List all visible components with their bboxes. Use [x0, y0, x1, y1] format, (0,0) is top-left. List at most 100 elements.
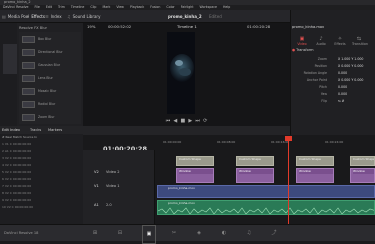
- menu-item[interactable]: Clip: [90, 5, 96, 9]
- menu-item[interactable]: Fairlight: [181, 5, 194, 9]
- menu-item[interactable]: Edit: [46, 5, 52, 9]
- effect-thumb: [22, 62, 35, 69]
- title-clip[interactable]: Custom Shape: [296, 156, 334, 166]
- color-page-icon[interactable]: ◈: [194, 225, 204, 242]
- window-clip[interactable]: Window: [350, 168, 375, 183]
- tab-markers[interactable]: Markers: [48, 126, 62, 134]
- media-page-icon[interactable]: ⊞: [90, 225, 100, 242]
- title-clip[interactable]: Custom Shape: [350, 156, 375, 166]
- prop-flip[interactable]: Flip ⇋ ⇵: [292, 98, 373, 104]
- effect-item[interactable]: Gaussian Blur: [19, 60, 81, 71]
- prop-zoom[interactable]: Zoom X 1.000 Y 1.000: [292, 56, 373, 62]
- title-clip[interactable]: Custom Shape: [176, 156, 214, 166]
- table-row[interactable]: 7 V2 C 00:00:00:00: [0, 183, 83, 190]
- menu-item[interactable]: View: [116, 5, 124, 9]
- fairlight-page-icon[interactable]: ◐: [219, 225, 229, 242]
- menu-item[interactable]: DaVinci Resolve: [3, 5, 28, 9]
- reverse-button[interactable]: ◀: [173, 118, 177, 124]
- deliver-page-icon[interactable]: ⤴: [269, 225, 279, 242]
- table-row[interactable]: 3 V2 C 00:00:00:00: [0, 155, 83, 162]
- effects-button[interactable]: ✦ Effects: [26, 10, 45, 23]
- ruler-label: 01:00:08:00: [217, 140, 236, 144]
- effect-thumb: [22, 49, 35, 56]
- window-clip[interactable]: Window: [176, 168, 214, 183]
- sound-library-button[interactable]: ♫ Sound Library: [67, 10, 100, 23]
- title-clip[interactable]: Custom Shape: [236, 156, 274, 166]
- inspector-clip-name: promo_kinha.mov: [292, 25, 325, 29]
- tab-edit-index[interactable]: Edit Index: [2, 126, 20, 134]
- menu-item[interactable]: Playback: [130, 5, 144, 9]
- effect-item[interactable]: Box Blur: [19, 34, 81, 45]
- prop-rotation[interactable]: Rotation Angle 0.000: [292, 70, 373, 76]
- menu-item[interactable]: Mark: [102, 5, 110, 9]
- stop-button[interactable]: ■: [180, 118, 185, 124]
- effect-thumb: [22, 36, 35, 43]
- table-row[interactable]: 9 V2 C 00:00:00:00: [0, 197, 83, 204]
- effects-icon: ✦: [26, 14, 30, 19]
- ruler-label: 01:00:00:00: [163, 140, 182, 144]
- tab-audio[interactable]: ♪ Audio: [314, 36, 328, 46]
- prop-position[interactable]: Position X 0.000 Y 0.000: [292, 63, 373, 69]
- effect-item[interactable]: Radial Blur: [19, 99, 81, 110]
- effect-item[interactable]: Directional Blur: [19, 47, 81, 58]
- skip-end-button[interactable]: ⏭: [195, 118, 200, 124]
- effects-category-selected[interactable]: [3, 44, 17, 74]
- effect-item[interactable]: Zoom Blur: [19, 112, 81, 123]
- tab-video[interactable]: ▣ Video: [295, 36, 309, 46]
- prop-anchor-point[interactable]: Anchor Point X 0.000 Y 0.000: [292, 77, 373, 83]
- skip-start-button[interactable]: ⏮: [166, 118, 171, 124]
- menu-item[interactable]: Workspace: [200, 5, 217, 9]
- viewer-zoom[interactable]: 19%: [87, 23, 95, 31]
- table-row[interactable]: 4 V2 C 00:00:00:00: [0, 162, 83, 169]
- edit-page-icon[interactable]: ▣: [142, 225, 156, 244]
- table-row[interactable]: 1 V1 C 00:00:00:00: [0, 141, 83, 148]
- effect-item[interactable]: Lens Blur: [19, 73, 81, 84]
- audio-waveform: [158, 207, 374, 214]
- cut-page-icon[interactable]: ⊟: [115, 225, 125, 242]
- effect-thumb: [22, 101, 35, 108]
- effects-list: Box Blur Directional Blur Gaussian Blur …: [19, 32, 81, 124]
- window-clip[interactable]: Window: [296, 168, 334, 183]
- project-title: promo_kinha_2: [168, 14, 202, 19]
- menu-item[interactable]: Help: [223, 5, 230, 9]
- v1-clip[interactable]: promo_kinha.mov: [157, 185, 375, 198]
- prop-yaw[interactable]: Yaw 0.000: [292, 91, 373, 97]
- timeline-ruler[interactable]: 01:00:00:00 01:00:08:00 01:00:16:00 01:0…: [155, 138, 375, 147]
- a1-clip-label: promo_kinha.mov: [168, 201, 195, 205]
- playhead-line: [288, 136, 289, 224]
- table-row[interactable]: 6 V2 C 00:00:00:00: [0, 176, 83, 183]
- loop-button[interactable]: ⟳: [203, 118, 207, 124]
- timeline-name[interactable]: Timeline 1: [177, 23, 197, 31]
- tab-effects[interactable]: ✧ Effects: [333, 36, 347, 46]
- table-row[interactable]: 5 V2 C 00:00:00:00: [0, 169, 83, 176]
- a1-clip[interactable]: promo_kinha.mov: [157, 200, 375, 215]
- menu-item[interactable]: Fusion: [150, 5, 160, 9]
- menu-item[interactable]: Timeline: [71, 5, 85, 9]
- music-page-icon[interactable]: ♫: [244, 225, 254, 242]
- v1-clip-label: promo_kinha.mov: [168, 186, 195, 190]
- menu-item[interactable]: File: [34, 5, 39, 9]
- index-tabs: Edit Index Tracks Markers: [0, 126, 83, 134]
- prop-pitch[interactable]: Pitch 0.000: [292, 84, 373, 90]
- fusion-page-icon[interactable]: ✂: [169, 225, 179, 242]
- source-timecode: 00:00:52:02: [108, 24, 132, 29]
- effect-thumb: [22, 75, 35, 82]
- window-clip[interactable]: Window: [236, 168, 274, 183]
- effect-item[interactable]: Mosaic Blur: [19, 86, 81, 97]
- playhead-handle[interactable]: [285, 136, 292, 141]
- tab-tracks[interactable]: Tracks: [30, 126, 41, 134]
- menu-item[interactable]: Color: [166, 5, 174, 9]
- ruler-label: 01:00:24:00: [325, 140, 344, 144]
- table-header: # Reel Match Source In: [2, 135, 38, 139]
- table-row[interactable]: 8 V2 C 00:00:00:00: [0, 190, 83, 197]
- index-button[interactable]: ☰ Index: [45, 10, 62, 23]
- effect-thumb: [22, 88, 35, 95]
- table-row[interactable]: 10 V2 C 00:00:00:00: [0, 204, 83, 211]
- tab-transition[interactable]: ⇆ Transition: [352, 36, 368, 46]
- play-button[interactable]: ▶: [188, 118, 192, 124]
- table-row[interactable]: 2 A1 C 00:00:00:00: [0, 148, 83, 155]
- transform-section-header[interactable]: ● Transform: [292, 48, 373, 53]
- effects-header: Resolve FX Blur: [19, 26, 47, 30]
- menu-item[interactable]: Trim: [58, 5, 65, 9]
- video-image: [167, 32, 195, 114]
